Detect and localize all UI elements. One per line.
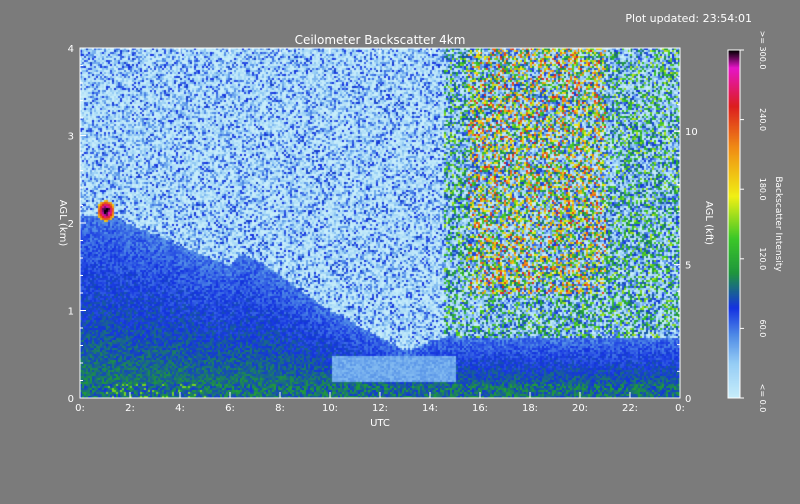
x-tick-label: 0: [75, 403, 85, 414]
x-tick-label: 6: [225, 403, 235, 414]
backscatter-heatmap [80, 48, 680, 398]
y-tick-label-left: 3 [68, 132, 74, 143]
x-tick-label: 10: [322, 403, 338, 414]
chart-title: Ceilometer Backscatter 4km [295, 33, 466, 47]
y-tick-label-left: 0 [68, 394, 74, 405]
ceilometer-chart: Plot updated: 23:54:01 Ceilometer Backsc… [0, 0, 800, 500]
colorbar-label: Backscatter Intensity [773, 176, 783, 272]
x-tick-label: 2: [125, 403, 135, 414]
colorbar-tick-label: <= 0.0 [758, 384, 767, 413]
x-tick-label: 8: [275, 403, 285, 414]
colorbar-tick-label: 180.0 [758, 178, 767, 201]
plot-updated-text: Plot updated: 23:54:01 [625, 12, 752, 25]
chart-svg: Ceilometer Backscatter 4km0: 2: 4: 6: 8: 10: 1… [57, 31, 783, 429]
x-tick-label: 18: [522, 403, 538, 414]
x-tick-label: 4: [175, 403, 185, 414]
colorbar-tick-label: 60.0 [758, 319, 767, 337]
colorbar-tick-label: 120.0 [758, 247, 767, 270]
y-axis-label-right: AGL (kft) [703, 201, 714, 245]
x-tick-label: 22: [622, 403, 638, 414]
colorbar [728, 50, 740, 398]
y-tick-label-left: 1 [68, 307, 74, 318]
x-tick-label: 16: [472, 403, 488, 414]
x-tick-label: 12: [372, 403, 388, 414]
x-axis-label: UTC [370, 418, 390, 429]
colorbar-tick-label: >= 300.0 [758, 31, 767, 70]
x-tick-label: 0: [675, 403, 685, 414]
y-tick-label-right: 5 [685, 261, 691, 272]
y-axis-label-left: AGL (km) [57, 200, 68, 247]
y-tick-label-right: 10 [685, 127, 698, 138]
x-tick-label: 20: [572, 403, 588, 414]
y-tick-label-left: 4 [68, 44, 74, 55]
x-tick-label: 14: [422, 403, 438, 414]
y-tick-label-right: 0 [685, 394, 691, 405]
colorbar-tick-label: 240.0 [758, 108, 767, 131]
